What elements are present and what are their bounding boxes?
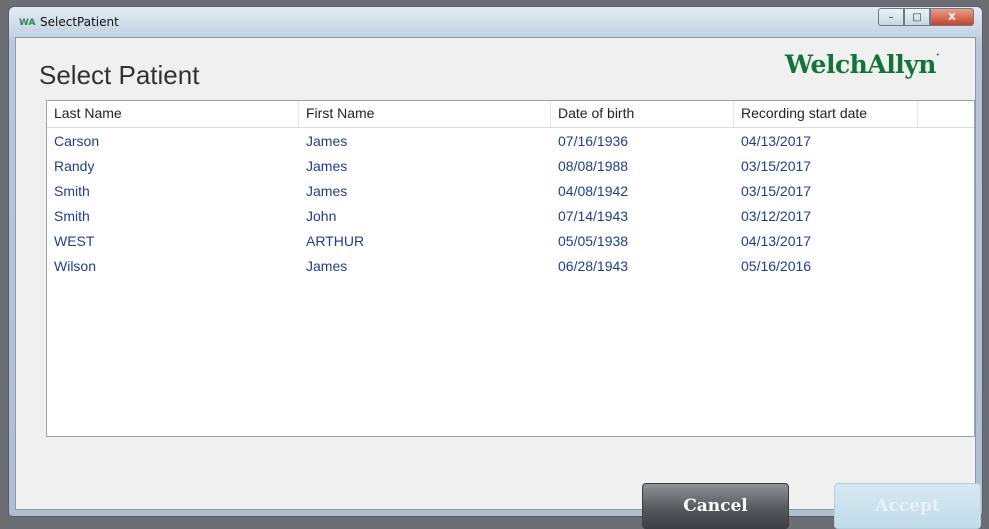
minimize-icon: – bbox=[888, 11, 894, 23]
cell-last-name: Randy bbox=[54, 158, 95, 174]
app-icon: WA bbox=[19, 18, 36, 28]
logo-text: WelchAllyn bbox=[785, 50, 936, 79]
cell-last-name: Smith bbox=[54, 208, 90, 224]
minimize-button[interactable]: – bbox=[878, 8, 904, 26]
table-header: Last Name First Name Date of birth Recor… bbox=[47, 101, 974, 128]
cell-first-name: James bbox=[306, 158, 348, 174]
maximize-icon: □ bbox=[912, 11, 922, 23]
column-header-date-of-birth[interactable]: Date of birth bbox=[551, 101, 734, 127]
cell-date-of-birth: 07/16/1936 bbox=[558, 133, 629, 149]
cell-date-of-birth: 07/14/1943 bbox=[558, 208, 629, 224]
table-row[interactable]: WEST ARTHUR 05/05/1938 04/13/2017 bbox=[47, 228, 974, 253]
accept-button[interactable]: Accept bbox=[834, 483, 981, 529]
table-row[interactable]: Smith James 04/08/1942 03/15/2017 bbox=[47, 178, 974, 203]
cell-first-name: James bbox=[306, 183, 348, 199]
cell-recording-start-date: 05/16/2016 bbox=[741, 258, 812, 274]
table-row[interactable]: Smith John 07/14/1943 03/12/2017 bbox=[47, 203, 974, 228]
cell-last-name: WEST bbox=[54, 233, 95, 249]
cell-date-of-birth: 04/08/1942 bbox=[558, 183, 629, 199]
cell-recording-start-date: 03/15/2017 bbox=[741, 158, 812, 174]
cell-last-name: Wilson bbox=[54, 258, 97, 274]
window-title: SelectPatient bbox=[40, 15, 119, 29]
cancel-button[interactable]: Cancel bbox=[642, 483, 789, 529]
table-row[interactable]: Carson James 07/16/1936 04/13/2017 bbox=[47, 128, 974, 153]
column-header-filler bbox=[918, 101, 974, 127]
logo-mark: · bbox=[935, 50, 939, 61]
table-row[interactable]: Randy James 08/08/1988 03/15/2017 bbox=[47, 153, 974, 178]
select-patient-window: WA SelectPatient – □ X Select Patient We… bbox=[8, 6, 983, 529]
close-button[interactable]: X bbox=[930, 8, 974, 26]
cell-first-name: John bbox=[306, 208, 337, 224]
cell-recording-start-date: 03/12/2017 bbox=[741, 208, 812, 224]
maximize-button[interactable]: □ bbox=[904, 8, 930, 26]
cell-first-name: James bbox=[306, 258, 348, 274]
cell-recording-start-date: 04/13/2017 bbox=[741, 233, 812, 249]
window-controls: – □ X bbox=[878, 8, 974, 26]
dialog-body: Select Patient WelchAllyn· Last Name Fir… bbox=[15, 37, 981, 529]
welch-allyn-logo: WelchAllyn· bbox=[785, 50, 939, 79]
close-icon: X bbox=[948, 11, 956, 23]
cell-date-of-birth: 08/08/1988 bbox=[558, 158, 629, 174]
cell-date-of-birth: 06/28/1943 bbox=[558, 258, 629, 274]
cell-first-name: James bbox=[306, 133, 348, 149]
column-header-recording-start-date[interactable]: Recording start date bbox=[734, 101, 918, 127]
cell-first-name: ARTHUR bbox=[306, 233, 365, 249]
cell-recording-start-date: 04/13/2017 bbox=[741, 133, 812, 149]
column-header-first-name[interactable]: First Name bbox=[299, 101, 551, 127]
table-row[interactable]: Wilson James 06/28/1943 05/16/2016 bbox=[47, 253, 974, 278]
cell-recording-start-date: 03/15/2017 bbox=[741, 183, 812, 199]
column-header-last-name[interactable]: Last Name bbox=[47, 101, 299, 127]
patient-table: Last Name First Name Date of birth Recor… bbox=[46, 100, 975, 437]
cell-date-of-birth: 05/05/1938 bbox=[558, 233, 629, 249]
cell-last-name: Smith bbox=[54, 183, 90, 199]
page-title: Select Patient bbox=[39, 60, 200, 90]
title-bar[interactable]: WA SelectPatient – □ X bbox=[9, 7, 982, 37]
cell-last-name: Carson bbox=[54, 133, 100, 149]
